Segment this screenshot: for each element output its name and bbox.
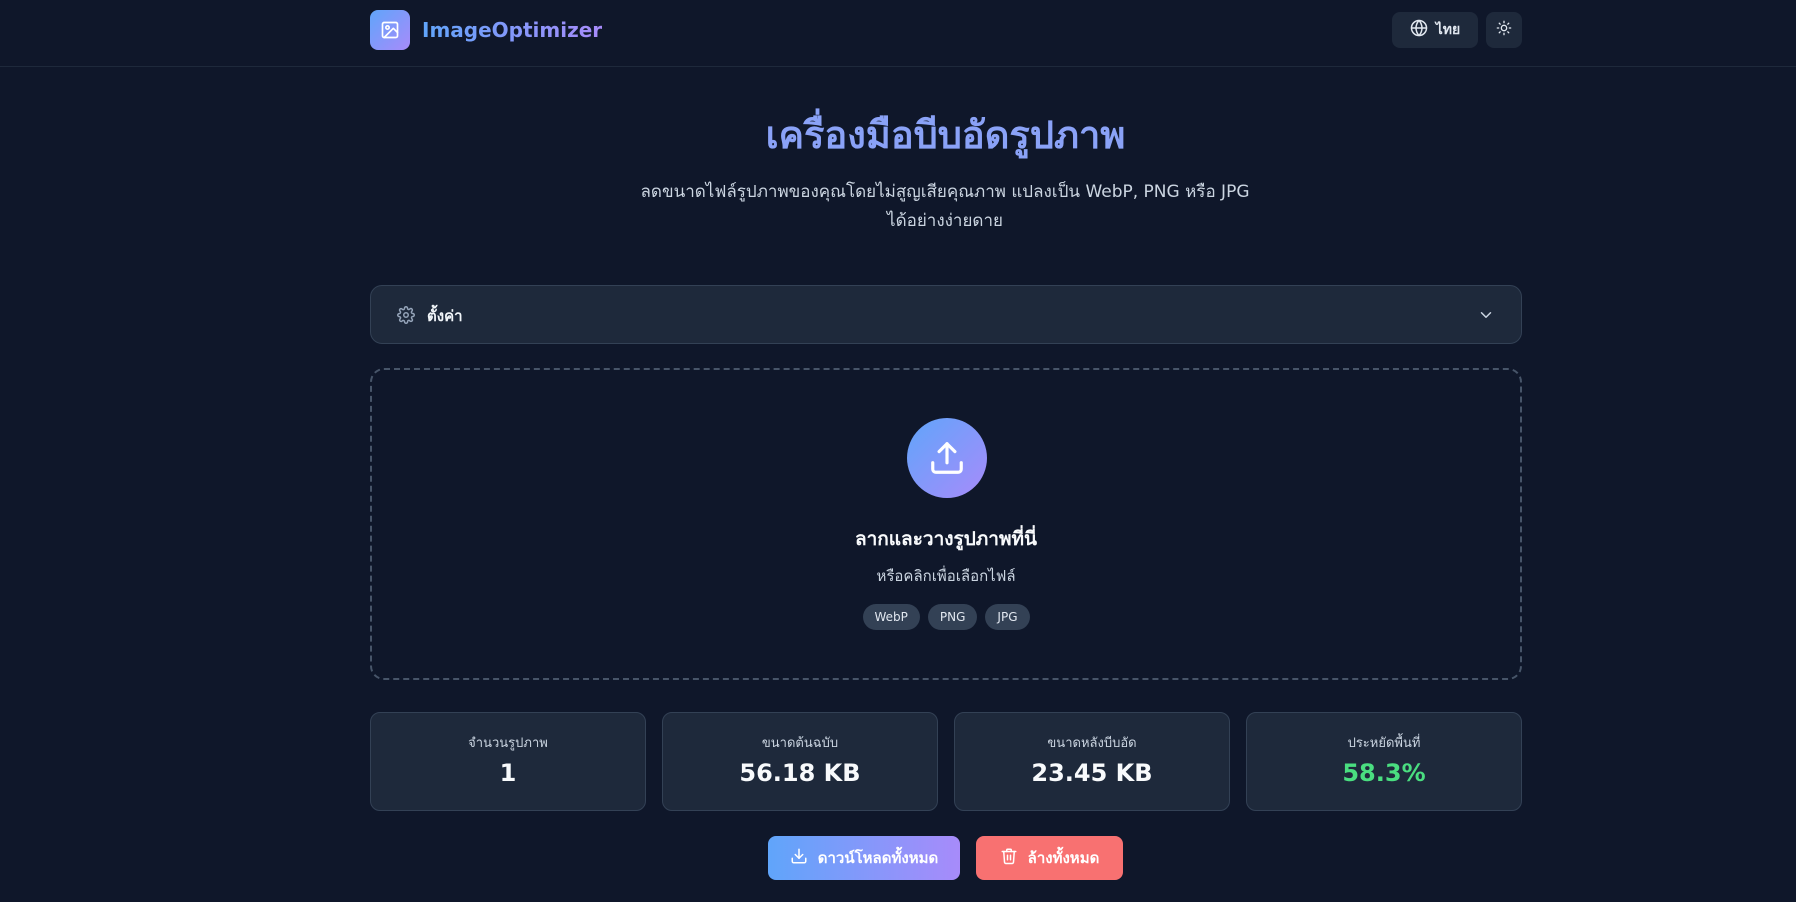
- format-chips: WebP PNG JPG: [372, 604, 1520, 630]
- chevron-down-icon: [1477, 306, 1495, 328]
- trash-icon: [1000, 847, 1018, 869]
- settings-panel-toggle[interactable]: ตั้งค่า: [370, 285, 1522, 344]
- theme-toggle-button[interactable]: [1486, 12, 1522, 48]
- stat-label: ขนาดหลังบีบอัด: [1047, 736, 1137, 751]
- app-header: ImageOptimizer ไทย: [0, 0, 1796, 67]
- file-dropzone[interactable]: ลากและวางรูปภาพที่นี่ หรือคลิกเพื่อเลือก…: [370, 368, 1522, 680]
- stat-image-count: จำนวนรูปภาพ 1: [370, 712, 646, 811]
- image-icon: [370, 10, 410, 50]
- stat-value: 56.18 KB: [739, 759, 861, 787]
- page-title: เครื่องมือบีบอัดรูปภาพ: [765, 113, 1126, 157]
- brand[interactable]: ImageOptimizer: [370, 10, 602, 50]
- format-chip-webp: WebP: [862, 604, 920, 630]
- download-all-label: ดาวน์โหลดทั้งหมด: [817, 849, 939, 867]
- globe-icon: [1410, 19, 1428, 41]
- clear-all-button[interactable]: ล้างทั้งหมด: [976, 836, 1123, 880]
- language-button[interactable]: ไทย: [1392, 12, 1478, 48]
- stat-value: 1: [499, 759, 517, 787]
- stat-value: 58.3%: [1342, 759, 1426, 787]
- sun-icon: [1496, 20, 1512, 40]
- stat-space-saved: ประหยัดพื้นที่ 58.3%: [1246, 712, 1522, 811]
- upload-icon: [907, 418, 987, 498]
- stat-value: 23.45 KB: [1031, 759, 1153, 787]
- stat-label: ประหยัดพื้นที่: [1347, 736, 1421, 751]
- clear-all-label: ล้างทั้งหมด: [1027, 849, 1100, 867]
- page-subtitle-line1: ลดขนาดไฟล์รูปภาพของคุณโดยไม่สูญเสียคุณภา…: [640, 182, 1250, 202]
- stat-original-size: ขนาดต้นฉบับ 56.18 KB: [662, 712, 938, 811]
- download-icon: [790, 847, 808, 869]
- stat-label: ขนาดต้นฉบับ: [761, 736, 839, 751]
- download-all-button[interactable]: ดาวน์โหลดทั้งหมด: [768, 836, 960, 880]
- language-label: ไทย: [1435, 22, 1461, 38]
- gear-icon: [397, 306, 415, 328]
- page-subtitle-line2: ได้อย่างง่ายดาย: [887, 211, 1003, 231]
- stat-compressed-size: ขนาดหลังบีบอัด 23.45 KB: [954, 712, 1230, 811]
- dropzone-subtitle: หรือคลิกเพื่อเลือกไฟล์: [876, 567, 1016, 585]
- brand-name: ImageOptimizer: [422, 18, 603, 42]
- stat-label: จำนวนรูปภาพ: [468, 736, 548, 751]
- format-chip-png: PNG: [927, 604, 978, 630]
- settings-label: ตั้งค่า: [427, 307, 463, 325]
- page-subtitle: ลดขนาดไฟล์รูปภาพของคุณโดยไม่สูญเสียคุณภา…: [640, 178, 1250, 236]
- dropzone-title: ลากและวางรูปภาพที่นี่: [854, 528, 1038, 550]
- format-chip-jpg: JPG: [985, 604, 1030, 630]
